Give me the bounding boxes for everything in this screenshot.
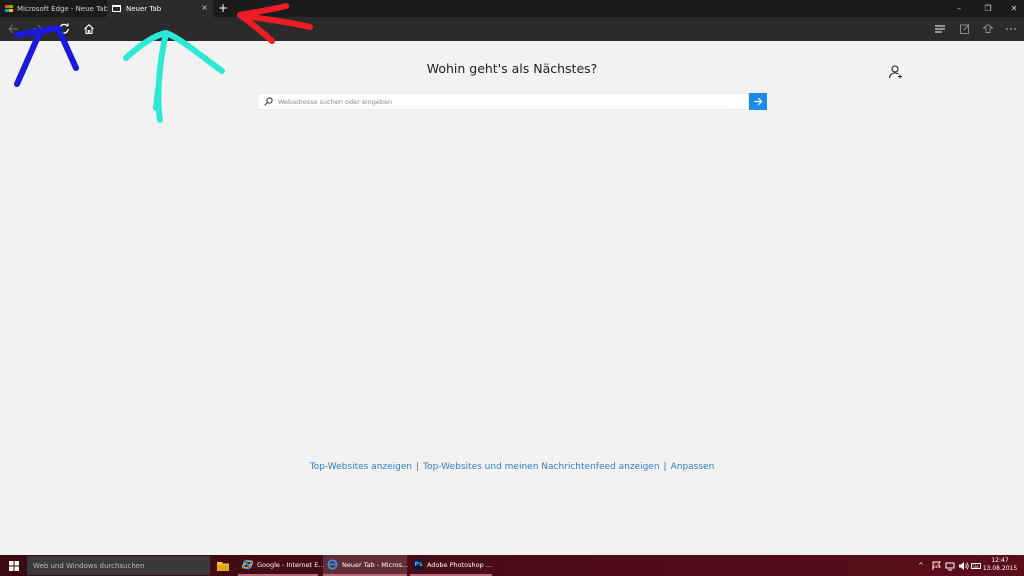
clock-date: 13.08.2015 — [982, 565, 1018, 572]
taskbar-item-edge[interactable]: Neuer Tab - Micros... — [323, 555, 409, 576]
tab-label: Microsoft Edge - Neue Tabs — [17, 4, 112, 13]
link-separator: | — [416, 462, 420, 472]
tab-label: Neuer Tab — [126, 4, 162, 13]
back-button[interactable] — [5, 21, 21, 37]
tab-microsoft-edge-neue-tabs[interactable]: Microsoft Edge - Neue Tabs — [0, 0, 112, 17]
account-button[interactable] — [888, 64, 904, 80]
home-button[interactable] — [81, 21, 97, 37]
tray-keyboard-icon[interactable] — [971, 555, 981, 576]
back-arrow-icon — [8, 24, 18, 34]
more-button[interactable] — [1003, 21, 1019, 37]
forward-arrow-icon — [33, 24, 43, 34]
tab-bar: Microsoft Edge - Neue Tabs Neuer Tab × +… — [0, 0, 1024, 17]
display-options-links: Top-Websites anzeigen | Top-Websites und m… — [0, 462, 1024, 472]
tray-overflow-button[interactable]: ^ — [918, 555, 924, 576]
taskbar: Web und Windows durchsuchen Google - Int… — [0, 555, 1024, 576]
new-tab-button[interactable]: + — [215, 0, 231, 17]
internet-explorer-icon — [242, 559, 253, 570]
taskbar-item-label: Adobe Photoshop ... — [426, 560, 492, 569]
refresh-icon — [59, 23, 69, 34]
forward-button[interactable] — [30, 21, 46, 37]
hub-button[interactable] — [932, 21, 948, 37]
search-input[interactable] — [278, 95, 738, 108]
tab-page-icon — [112, 5, 121, 12]
navigation-bar — [0, 17, 1024, 41]
search-box — [257, 93, 749, 110]
windows-logo-icon — [5, 4, 13, 13]
go-button[interactable] — [749, 93, 767, 110]
page-heading: Wohin geht's als Nächstes? — [426, 61, 598, 76]
more-icon — [1006, 28, 1016, 30]
close-window-button[interactable]: ✕ — [999, 0, 1024, 17]
tray-volume-icon[interactable] — [958, 555, 969, 576]
tray-flag-icon[interactable] — [932, 555, 942, 576]
taskbar-item-label: Neuer Tab - Micros... — [342, 560, 409, 569]
customize-link[interactable]: Anpassen — [671, 462, 715, 472]
annotation-cyan-arrow — [123, 30, 225, 123]
tab-neuer-tab[interactable]: Neuer Tab × — [107, 0, 213, 17]
browser-window: Microsoft Edge - Neue Tabs Neuer Tab × +… — [0, 0, 1024, 576]
taskbar-item-internet-explorer[interactable]: Google - Internet E... — [238, 555, 325, 576]
show-top-sites-and-news-link[interactable]: Top-Websites und meinen Nachrichtenfeed … — [423, 462, 659, 472]
close-tab-icon[interactable]: × — [201, 3, 208, 12]
hub-icon — [935, 25, 945, 33]
edge-icon — [327, 559, 338, 570]
start-button[interactable] — [0, 555, 27, 576]
share-icon — [982, 23, 994, 33]
windows-start-icon — [8, 560, 19, 571]
refresh-button[interactable] — [56, 21, 72, 37]
web-note-button[interactable] — [957, 21, 973, 37]
search-icon — [264, 97, 273, 106]
taskbar-item-label: Google - Internet E... — [257, 560, 325, 569]
taskbar-item-photoshop[interactable]: Ps Adobe Photoshop ... — [410, 555, 492, 576]
home-icon — [84, 24, 94, 35]
clock-time: 12:47 — [991, 557, 1009, 564]
person-add-icon — [888, 65, 902, 79]
folder-icon — [217, 562, 229, 571]
link-separator: | — [663, 462, 667, 472]
arrow-right-icon — [754, 97, 763, 106]
minimize-button[interactable]: – — [944, 0, 974, 17]
taskbar-search[interactable]: Web und Windows durchsuchen — [27, 556, 210, 575]
tray-network-icon[interactable] — [945, 555, 955, 576]
web-note-icon — [960, 24, 970, 34]
file-explorer-button[interactable] — [216, 558, 230, 572]
photoshop-icon: Ps — [414, 559, 423, 570]
show-top-sites-link[interactable]: Top-Websites anzeigen — [310, 462, 412, 472]
annotation-overlay — [14, 3, 313, 123]
taskbar-clock[interactable]: 12:47 13.08.2015 — [982, 557, 1018, 573]
share-button[interactable] — [980, 21, 996, 37]
